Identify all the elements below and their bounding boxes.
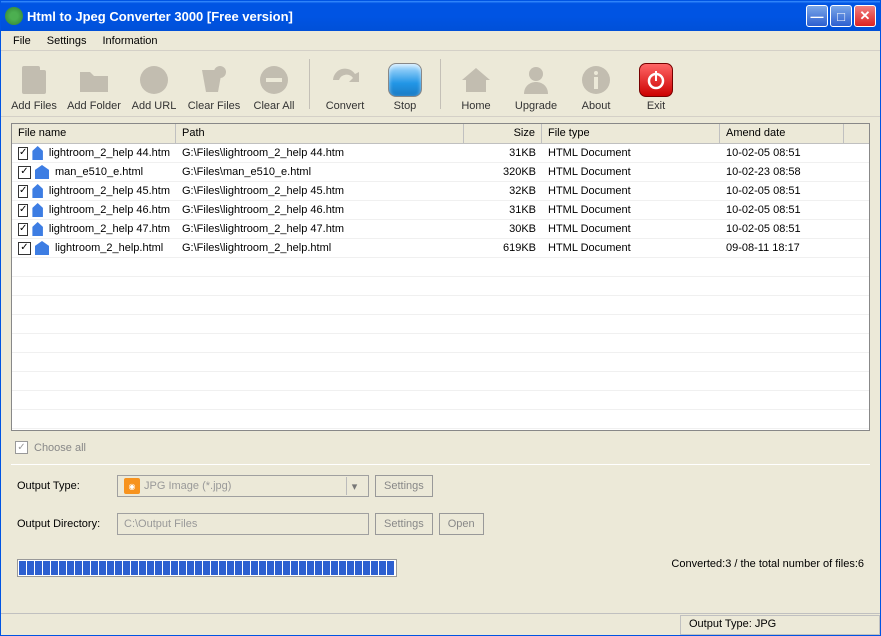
output-directory-input[interactable]: C:\Output Files	[117, 513, 369, 535]
toolbar: Add Files Add Folder Add URL Clear Files…	[1, 51, 880, 117]
table-row[interactable]: ✓man_e510_e.htmlG:\Files\man_e510_e.html…	[12, 163, 869, 182]
html-file-icon	[32, 184, 43, 198]
home-icon	[458, 62, 494, 98]
col-size[interactable]: Size	[464, 124, 542, 143]
table-row	[12, 391, 869, 410]
html-file-icon	[32, 222, 43, 236]
home-button[interactable]: Home	[447, 54, 505, 114]
col-type[interactable]: File type	[542, 124, 720, 143]
table-row	[12, 258, 869, 277]
add-files-button[interactable]: Add Files	[5, 54, 63, 114]
output-directory-label: Output Directory:	[17, 518, 117, 530]
chevron-down-icon: ▾	[346, 477, 362, 495]
row-checkbox[interactable]: ✓	[18, 147, 28, 160]
table-row	[12, 372, 869, 391]
power-icon	[638, 62, 674, 98]
about-button[interactable]: About	[567, 54, 625, 114]
folder-icon	[76, 62, 112, 98]
menubar: File Settings Information	[1, 31, 880, 51]
stop-icon	[387, 62, 423, 98]
menu-file[interactable]: File	[5, 33, 39, 49]
output-dir-settings-button[interactable]: Settings	[375, 513, 433, 535]
add-url-button[interactable]: Add URL	[125, 54, 183, 114]
maximize-button[interactable]: □	[830, 5, 852, 27]
col-date[interactable]: Amend date	[720, 124, 844, 143]
titlebar: Html to Jpeg Converter 3000 [Free versio…	[1, 1, 880, 31]
minimize-button[interactable]: —	[806, 5, 828, 27]
col-filename[interactable]: File name	[12, 124, 176, 143]
clear-files-icon	[196, 62, 232, 98]
clear-all-button[interactable]: Clear All	[245, 54, 303, 114]
table-row	[12, 315, 869, 334]
output-type-label: Output Type:	[17, 480, 117, 492]
globe-icon	[136, 62, 172, 98]
upgrade-icon	[518, 62, 554, 98]
add-folder-button[interactable]: Add Folder	[65, 54, 123, 114]
table-row[interactable]: ✓lightroom_2_help 44.htmG:\Files\lightro…	[12, 144, 869, 163]
menu-settings[interactable]: Settings	[39, 33, 95, 49]
table-row[interactable]: ✓lightroom_2_help 45.htmG:\Files\lightro…	[12, 182, 869, 201]
close-button[interactable]: ✕	[854, 5, 876, 27]
html-file-icon	[35, 241, 49, 255]
row-checkbox[interactable]: ✓	[18, 166, 31, 179]
html-file-icon	[32, 146, 43, 160]
jpg-icon: ◉	[124, 478, 140, 494]
files-icon	[16, 62, 52, 98]
output-type-select[interactable]: ◉JPG Image (*.jpg) ▾	[117, 475, 369, 497]
table-row	[12, 334, 869, 353]
separator	[440, 59, 441, 109]
info-icon	[578, 62, 614, 98]
output-type-settings-button[interactable]: Settings	[375, 475, 433, 497]
convert-button[interactable]: Convert	[316, 54, 374, 114]
html-file-icon	[35, 165, 49, 179]
table-row[interactable]: ✓lightroom_2_help 47.htmG:\Files\lightro…	[12, 220, 869, 239]
choose-all-checkbox: ✓ Choose all	[11, 439, 870, 456]
exit-button[interactable]: Exit	[627, 54, 685, 114]
progress-text: Converted:3 / the total number of files:…	[671, 558, 864, 570]
window-title: Html to Jpeg Converter 3000 [Free versio…	[27, 9, 804, 24]
list-header: File name Path Size File type Amend date	[12, 124, 869, 144]
app-icon	[5, 7, 23, 25]
statusbar: Output Type: JPG	[1, 613, 880, 635]
status-output-type: Output Type: JPG	[680, 615, 880, 635]
table-row	[12, 277, 869, 296]
html-file-icon	[32, 203, 43, 217]
upgrade-button[interactable]: Upgrade	[507, 54, 565, 114]
table-row	[12, 353, 869, 372]
row-checkbox[interactable]: ✓	[18, 223, 28, 236]
convert-icon	[327, 62, 363, 98]
table-row[interactable]: ✓lightroom_2_help.htmlG:\Files\lightroom…	[12, 239, 869, 258]
table-row	[12, 410, 869, 429]
row-checkbox[interactable]: ✓	[18, 242, 31, 255]
file-list[interactable]: File name Path Size File type Amend date…	[11, 123, 870, 431]
clear-files-button[interactable]: Clear Files	[185, 54, 243, 114]
output-dir-open-button[interactable]: Open	[439, 513, 484, 535]
progress-bar	[17, 559, 397, 577]
separator	[309, 59, 310, 109]
table-row[interactable]: ✓lightroom_2_help 46.htmG:\Files\lightro…	[12, 201, 869, 220]
row-checkbox[interactable]: ✓	[18, 185, 28, 198]
col-path[interactable]: Path	[176, 124, 464, 143]
checkbox-icon: ✓	[15, 441, 28, 454]
table-row	[12, 296, 869, 315]
stop-button[interactable]: Stop	[376, 54, 434, 114]
clear-all-icon	[256, 62, 292, 98]
row-checkbox[interactable]: ✓	[18, 204, 28, 217]
menu-information[interactable]: Information	[94, 33, 165, 49]
